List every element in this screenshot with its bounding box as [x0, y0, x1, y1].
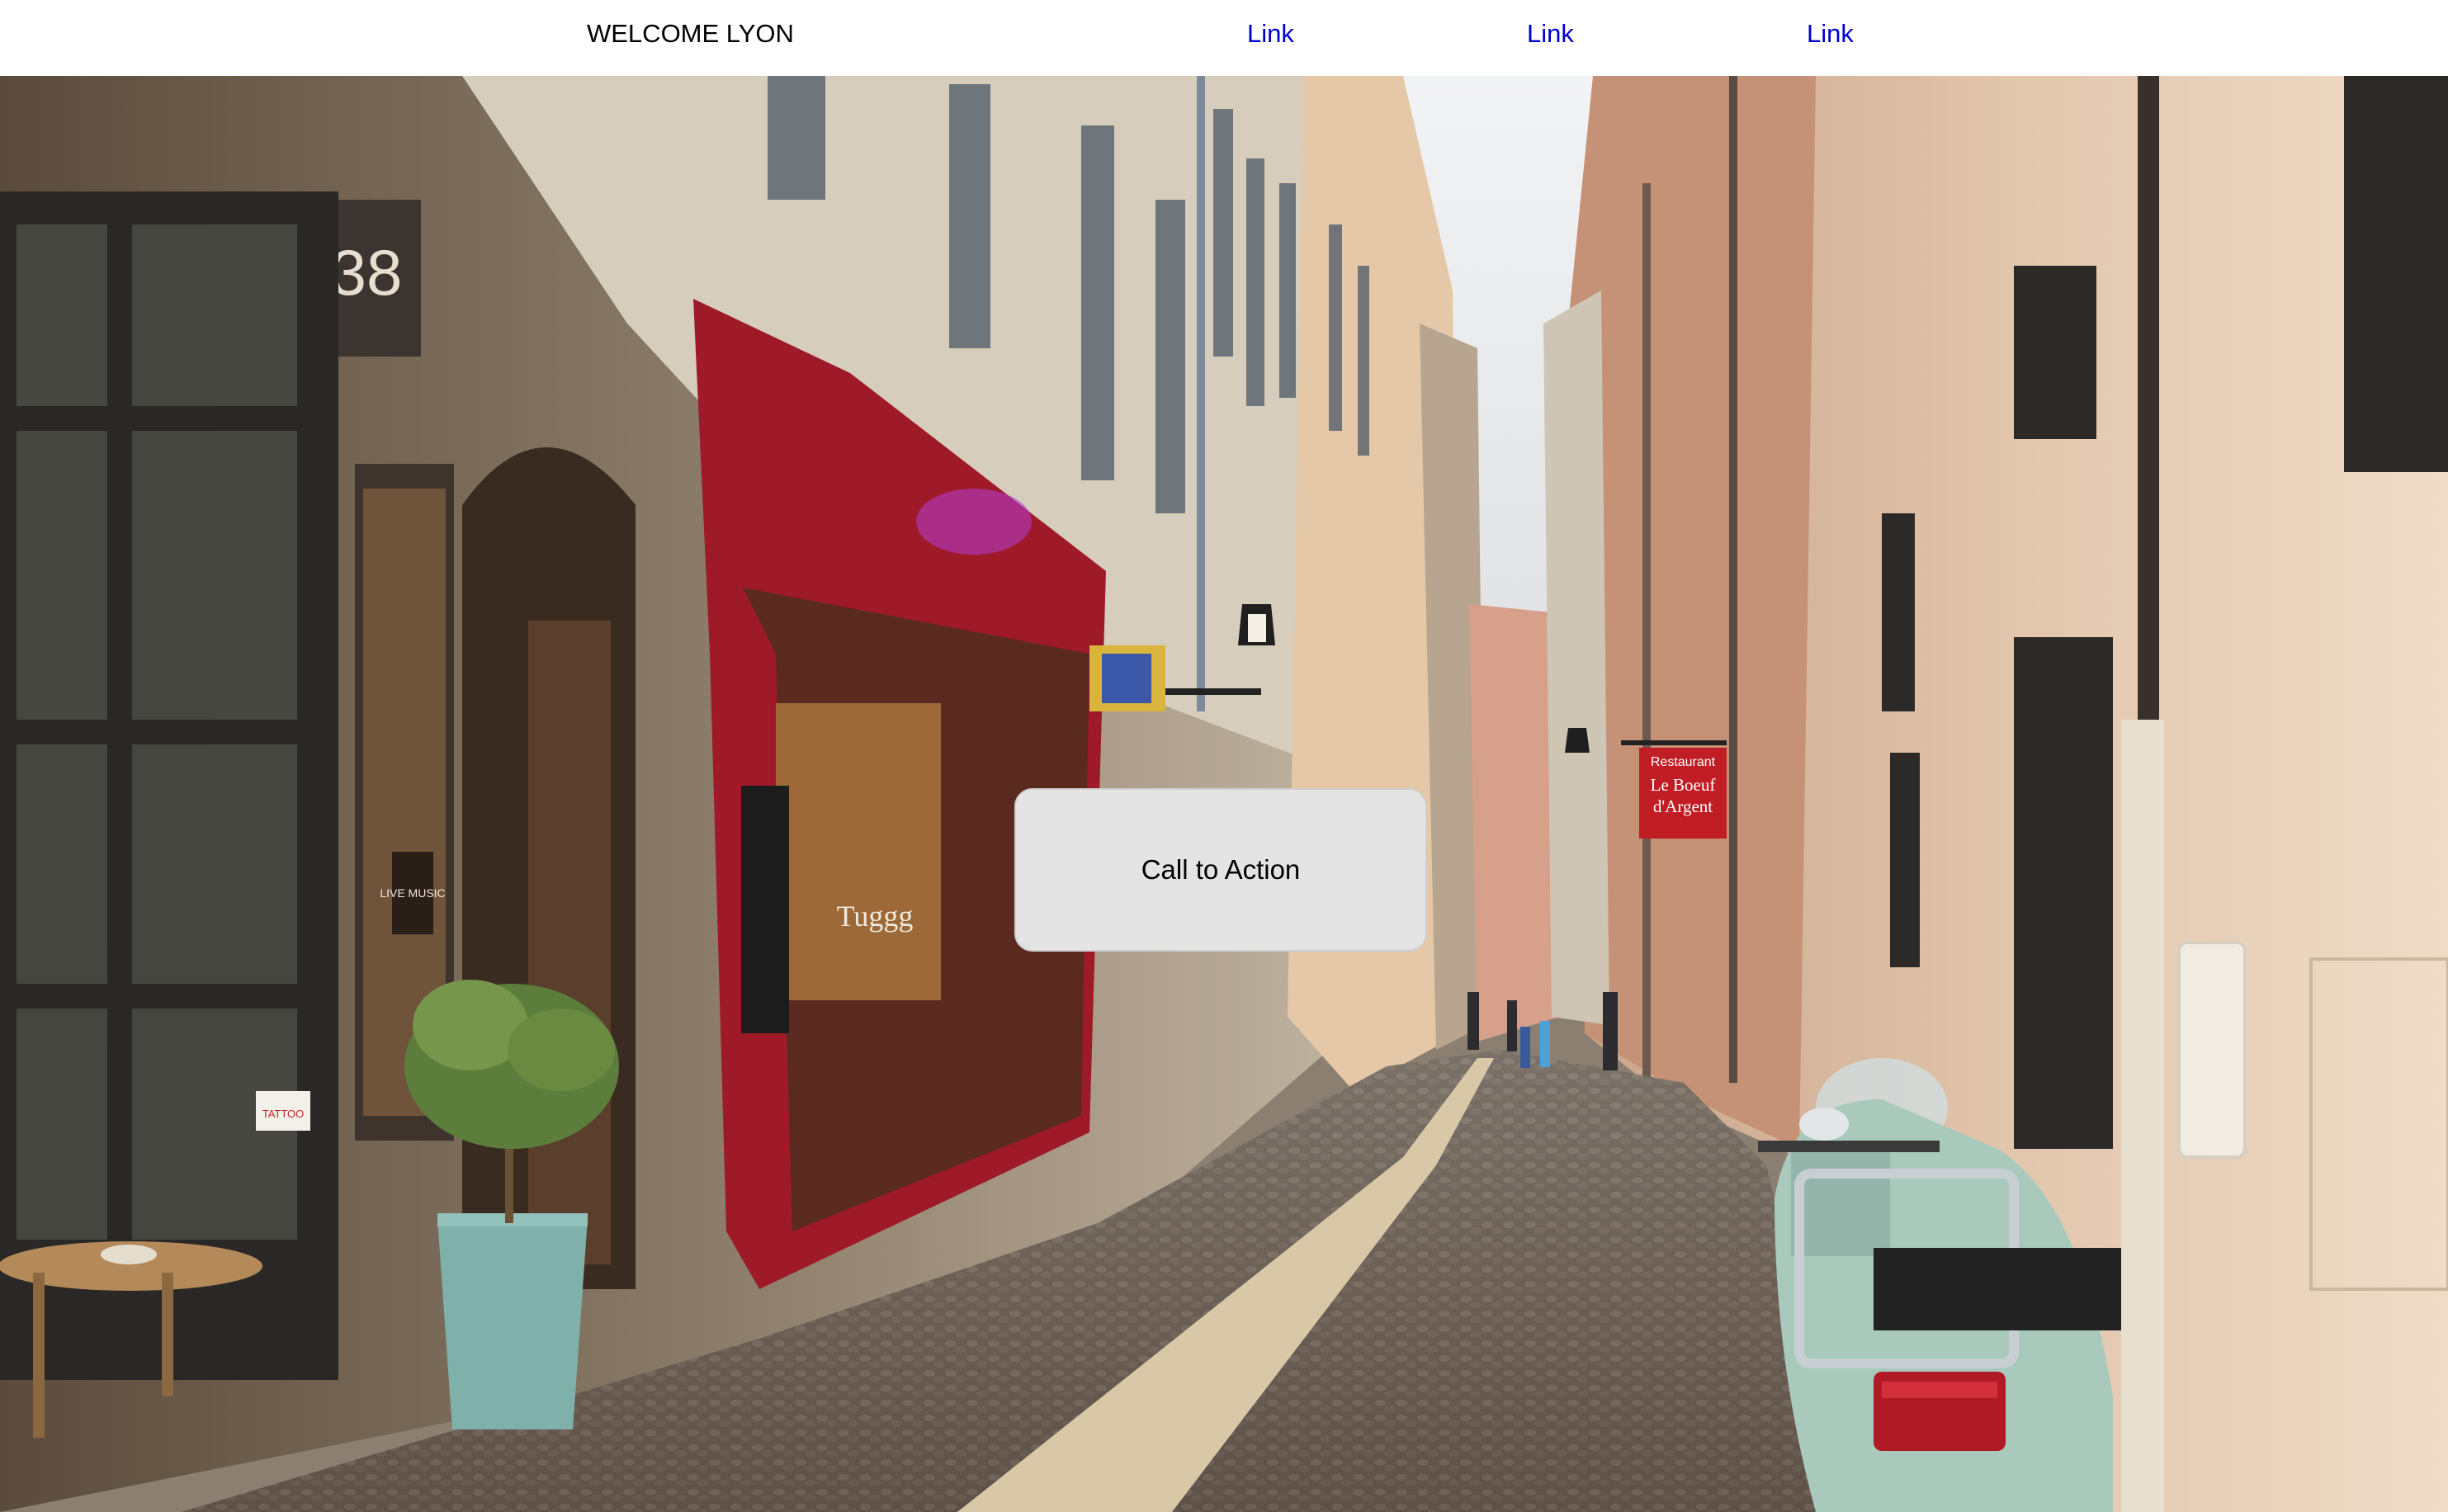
storefront-sign: Tuggg — [837, 900, 914, 933]
site-title: WELCOME LYON — [587, 19, 794, 48]
nav-link-3[interactable]: Link — [1807, 17, 1854, 51]
nav-link-1[interactable]: Link — [1247, 17, 1294, 51]
svg-text:d'Argent: d'Argent — [1653, 796, 1713, 816]
top-navigation-bar: WELCOME LYON Link Link Link — [0, 0, 2448, 76]
call-to-action-button[interactable]: Call to Action — [1014, 788, 1427, 952]
hero-section: 38 LIVE MUSIC TATTOO Tuggg Restaurant Le… — [0, 76, 2448, 1512]
svg-text:Restaurant: Restaurant — [1651, 755, 1716, 769]
poster-live-music: LIVE MUSIC — [380, 886, 445, 900]
nav-link-2[interactable]: Link — [1527, 17, 1574, 51]
planter-pot — [437, 1218, 588, 1429]
svg-text:Le Boeuf: Le Boeuf — [1651, 775, 1716, 795]
sticker-tattoo: TATTOO — [262, 1108, 305, 1120]
house-number: 38 — [331, 236, 403, 309]
